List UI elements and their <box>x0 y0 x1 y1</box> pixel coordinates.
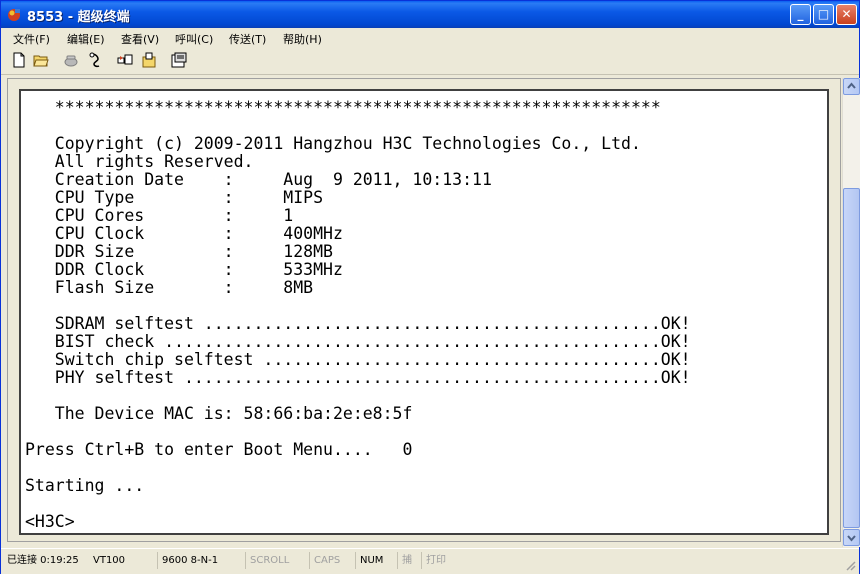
receive-icon[interactable] <box>141 52 157 68</box>
terminal-line: ****************************************… <box>25 98 661 117</box>
terminal-line: Switch chip selftest ...................… <box>25 350 691 369</box>
terminal-screen[interactable]: ****************************************… <box>19 89 829 535</box>
resize-grip-icon[interactable] <box>844 559 856 571</box>
hyperterminal-app-icon[interactable] <box>6 6 22 22</box>
title-bar[interactable]: 8553 - 超级终端 _ □ ✕ <box>1 1 859 28</box>
status-scroll: SCROLL <box>245 552 309 569</box>
minimize-button[interactable]: _ <box>790 4 811 25</box>
menu-call[interactable]: 呼叫(C) <box>175 31 213 47</box>
maximize-button[interactable]: □ <box>813 4 834 25</box>
terminal-line: PHY selftest ...........................… <box>25 368 691 387</box>
terminal-line: SDRAM selftest .........................… <box>25 314 691 333</box>
close-icon: ✕ <box>841 7 852 21</box>
phone-icon[interactable] <box>63 52 79 68</box>
terminal-line: CPU Clock : 400MHz <box>25 224 343 243</box>
chevron-down-icon <box>847 535 856 542</box>
terminal-line: Flash Size : 8MB <box>25 278 314 297</box>
terminal-line: The Device MAC is: 58:66:ba:2e:e8:5f <box>25 404 413 423</box>
hyperterminal-window: 8553 - 超级终端 _ □ ✕ 文件(F) 编辑(E) 查看(V) 呼叫(C… <box>0 0 860 574</box>
menu-bar: 文件(F) 编辑(E) 查看(V) 呼叫(C) 传送(T) 帮助(H) <box>1 28 859 48</box>
terminal-line: <H3C> <box>25 512 75 531</box>
toolbar <box>1 48 859 75</box>
minimize-icon: _ <box>797 7 804 21</box>
menu-transfer[interactable]: 传送(T) <box>229 31 266 47</box>
terminal-line: Starting ... <box>25 476 145 495</box>
terminal-line: Creation Date : Aug 9 2011, 10:13:11 <box>25 170 492 189</box>
status-port-settings: 9600 8-N-1 <box>157 552 245 569</box>
terminal-line: DDR Size : 128MB <box>25 242 333 261</box>
menu-edit[interactable]: 编辑(E) <box>67 31 105 47</box>
status-caps: CAPS <box>309 552 355 569</box>
scroll-down-button[interactable] <box>843 529 860 546</box>
new-file-icon[interactable] <box>11 52 27 68</box>
status-print: 打印 <box>421 552 465 569</box>
menu-view[interactable]: 查看(V) <box>121 31 159 47</box>
scroll-up-button[interactable] <box>843 78 860 95</box>
send-icon[interactable] <box>117 52 133 68</box>
terminal-line: DDR Clock : 533MHz <box>25 260 343 279</box>
disconnect-icon[interactable] <box>87 52 103 68</box>
open-folder-icon[interactable] <box>33 52 49 68</box>
terminal-line: BIST check .............................… <box>25 332 691 351</box>
maximize-icon: □ <box>817 7 830 21</box>
properties-icon[interactable] <box>171 52 187 68</box>
chevron-up-icon <box>847 82 856 89</box>
terminal-line: CPU Type : MIPS <box>25 188 324 207</box>
terminal-line: CPU Cores : 1 <box>25 206 294 225</box>
status-num: NUM <box>355 552 397 569</box>
terminal-line: Press Ctrl+B to enter Boot Menu.... 0 <box>25 440 413 459</box>
scroll-thumb[interactable] <box>843 188 860 528</box>
status-connected-time: 已连接 0:19:25 <box>7 555 79 566</box>
menu-file[interactable]: 文件(F) <box>13 31 50 47</box>
status-emulation: VT100 <box>93 555 126 566</box>
status-capture: 捕 <box>397 552 421 569</box>
terminal-line: Copyright (c) 2009-2011 Hangzhou H3C Tec… <box>25 134 641 153</box>
menu-help[interactable]: 帮助(H) <box>283 31 322 47</box>
terminal-line: All rights Reserved. <box>25 152 254 171</box>
close-button[interactable]: ✕ <box>836 4 857 25</box>
window-title: 8553 - 超级终端 <box>27 10 130 25</box>
vertical-scrollbar[interactable] <box>842 78 860 547</box>
status-bar: 已连接 0:19:25 VT100 9600 8-N-1 SCROLL CAPS… <box>1 548 859 574</box>
